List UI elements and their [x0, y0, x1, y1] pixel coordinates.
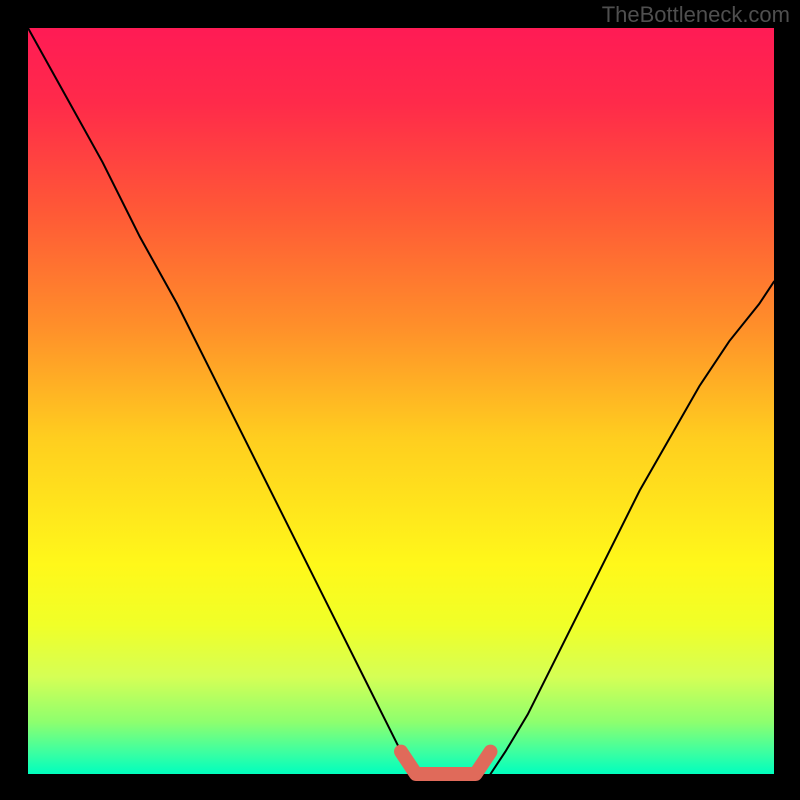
plot-background — [28, 28, 774, 774]
chart-frame: TheBottleneck.com — [0, 0, 800, 800]
bottleneck-chart — [0, 0, 800, 800]
